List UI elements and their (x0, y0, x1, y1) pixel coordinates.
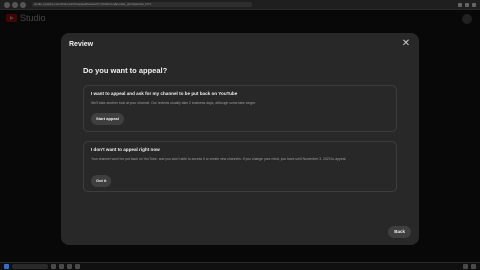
appeal-question: Do you want to appeal? (83, 66, 168, 75)
start-menu-icon[interactable] (4, 264, 9, 269)
taskbar-app-icon[interactable] (75, 264, 80, 269)
got-it-button[interactable]: Got it (91, 175, 112, 187)
system-tray-icon[interactable] (463, 264, 468, 269)
back-button[interactable]: Back (388, 226, 411, 238)
browser-toolbar: studio.youtube.com/channel/UC/appeal/rev… (0, 0, 480, 10)
back-nav-icon[interactable] (4, 1, 10, 8)
appeal-option-description: We'll take another look at your channel.… (91, 101, 256, 105)
os-taskbar (0, 262, 480, 270)
profile-icon[interactable] (465, 2, 469, 7)
browser-actions (458, 2, 480, 7)
dialog-title: Review (69, 41, 94, 48)
start-appeal-button[interactable]: Start appeal (91, 113, 124, 125)
review-dialog: Review ✕ Do you want to appeal? I want t… (61, 33, 419, 245)
system-tray-icon[interactable] (471, 264, 476, 269)
no-appeal-option-title: I don't want to appeal right now (91, 147, 160, 152)
no-appeal-option-card: I don't want to appeal right now Your ch… (83, 141, 397, 192)
taskbar-app-icon[interactable] (51, 264, 56, 269)
close-icon[interactable]: ✕ (401, 39, 411, 49)
appeal-option-title: I want to appeal and ask for my channel … (91, 91, 238, 96)
extensions-icon[interactable] (458, 2, 462, 7)
taskbar-search-box[interactable] (12, 264, 48, 269)
no-appeal-option-description: Your channel won't be put back on YouTub… (91, 157, 347, 161)
forward-nav-icon[interactable] (12, 1, 18, 8)
menu-icon[interactable] (472, 2, 476, 7)
appeal-option-card: I want to appeal and ask for my channel … (83, 85, 397, 132)
reload-icon[interactable] (20, 1, 26, 8)
taskbar-app-icon[interactable] (67, 264, 72, 269)
taskbar-app-icon[interactable] (59, 264, 64, 269)
address-bar[interactable]: studio.youtube.com/channel/UC/appeal/rev… (32, 2, 252, 7)
